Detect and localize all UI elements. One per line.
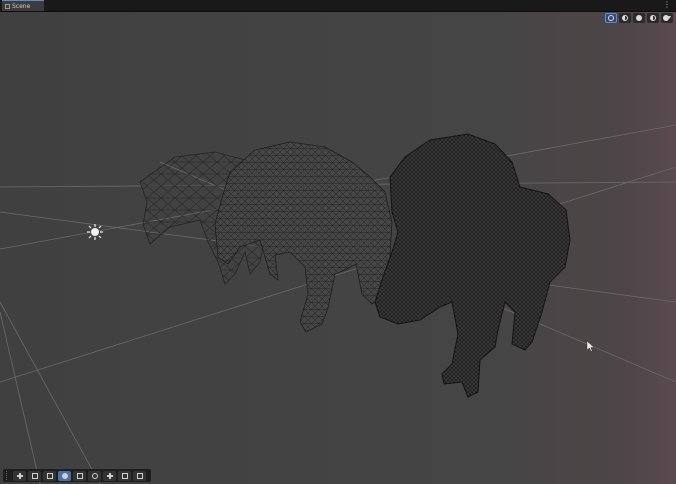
tab-scene-label: Scene (12, 2, 31, 10)
move-tool-icon (31, 472, 38, 479)
view-tool-button[interactable] (13, 470, 26, 481)
wireframe-shading-icon (622, 14, 628, 21)
tab-bar: Scene ⋮ (0, 0, 676, 12)
horse-medium-poly[interactable] (214, 141, 393, 333)
rotate-tool-icon (46, 472, 53, 479)
horse-high-poly[interactable] (374, 133, 571, 398)
custom-tool-icon (136, 472, 143, 479)
zoom-tool-button[interactable] (88, 470, 101, 481)
transform-tool-button[interactable] (103, 470, 116, 481)
orientation-gizmo-icon (608, 14, 614, 21)
transform-tool-icon (106, 472, 113, 479)
move-tool-button[interactable] (28, 470, 41, 481)
scene-tools-toolbar (3, 469, 151, 482)
snap-icon (121, 472, 128, 479)
draw-mode-dropdown[interactable]: ▾ (661, 12, 673, 23)
rotate-tool-button[interactable] (43, 470, 56, 481)
shaded-shading-icon (636, 14, 642, 21)
scene-canvas (0, 124, 676, 484)
snap-button[interactable] (118, 470, 131, 481)
shaded-wireframe-button[interactable] (647, 12, 659, 23)
dropdown-chevron-icon: ▾ (667, 14, 671, 21)
shaded-mode-icon (61, 472, 68, 479)
wireframe-mode-button[interactable] (73, 470, 86, 481)
scene-overlay-toolbar: ▾ (605, 12, 673, 23)
scene-viewport[interactable]: ▾ (0, 12, 676, 484)
directional-light-icon[interactable] (87, 224, 103, 240)
zoom-tool-icon (91, 472, 98, 479)
window-menu-icon[interactable]: ⋮ (663, 0, 671, 10)
custom-tool-button[interactable] (133, 470, 146, 481)
orientation-gizmo-button[interactable] (605, 12, 617, 23)
shaded-wireframe-icon (650, 14, 656, 21)
shaded-mode-button[interactable] (58, 470, 71, 481)
tab-scene[interactable]: Scene (2, 0, 44, 11)
wireframe-shading-button[interactable] (619, 12, 631, 23)
wireframe-mode-icon (76, 472, 83, 479)
scene-tab-icon (5, 3, 10, 9)
shaded-shading-button[interactable] (633, 12, 645, 23)
toolbar-drag-handle[interactable] (6, 471, 9, 480)
view-tool-icon (16, 472, 23, 479)
